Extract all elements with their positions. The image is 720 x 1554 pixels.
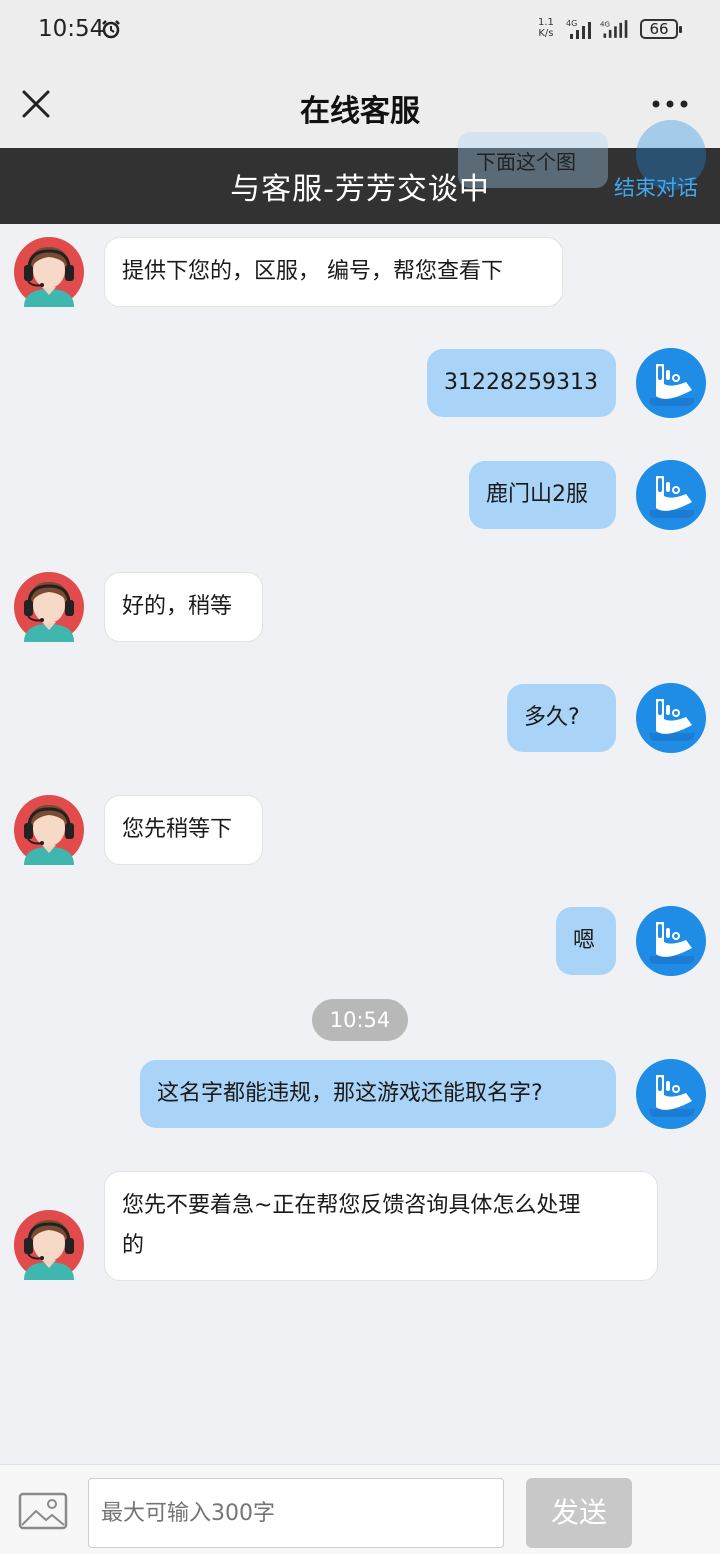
user-message: 31228259313 [427, 349, 616, 417]
end-chat-link[interactable]: 结束对话 [614, 172, 698, 202]
page-title: 在线客服 [300, 94, 420, 129]
agent-message: 您先稍等下 [104, 795, 263, 865]
network-speed: 1.1 K/s [538, 17, 554, 39]
agent-avatar [14, 237, 84, 307]
user-message: 这名字都能违规，那这游戏还能取名字? [140, 1060, 616, 1128]
agent-message: 好的，稍等 [104, 572, 263, 642]
svg-text:4G: 4G [600, 19, 610, 28]
user-avatar [636, 683, 706, 753]
image-icon[interactable] [18, 1491, 68, 1531]
agent-avatar [14, 572, 84, 642]
send-button[interactable]: 发送 [526, 1478, 632, 1548]
user-message: 鹿门山2服 [469, 461, 616, 529]
agent-avatar [14, 795, 84, 865]
message-timestamp: 10:54 [312, 999, 408, 1041]
agent-message: 您先不要着急~正在帮您反馈咨询具体怎么处理 的 [104, 1171, 658, 1281]
message-input[interactable] [88, 1478, 504, 1548]
user-avatar [636, 460, 706, 530]
banner-label: 与客服-芳芳交谈中 [230, 172, 490, 207]
more-dots-icon[interactable] [650, 94, 690, 114]
alarm-icon [102, 20, 120, 39]
agent-message: 提供下您的，区服， 编号，帮您查看下 [104, 237, 563, 307]
signal-4g-icon: 4G [566, 19, 591, 39]
status-bar: 10:54 1.1 K/s 4G 4G 66 [0, 0, 720, 60]
user-avatar [636, 906, 706, 976]
user-message: 多久? [507, 684, 616, 752]
input-bar: 发送 [0, 1464, 720, 1554]
user-message: 嗯 [556, 907, 616, 975]
agent-banner: 下面这个图 与客服-芳芳交谈中 结束对话 [0, 120, 720, 224]
user-avatar [636, 348, 706, 418]
svg-text:4G: 4G [566, 19, 577, 28]
battery-indicator: 66 [640, 19, 682, 39]
signal-4g-icon: 4G [600, 19, 628, 38]
user-avatar [636, 1059, 706, 1129]
status-time: 10:54 [38, 16, 105, 42]
agent-avatar [14, 1210, 84, 1280]
